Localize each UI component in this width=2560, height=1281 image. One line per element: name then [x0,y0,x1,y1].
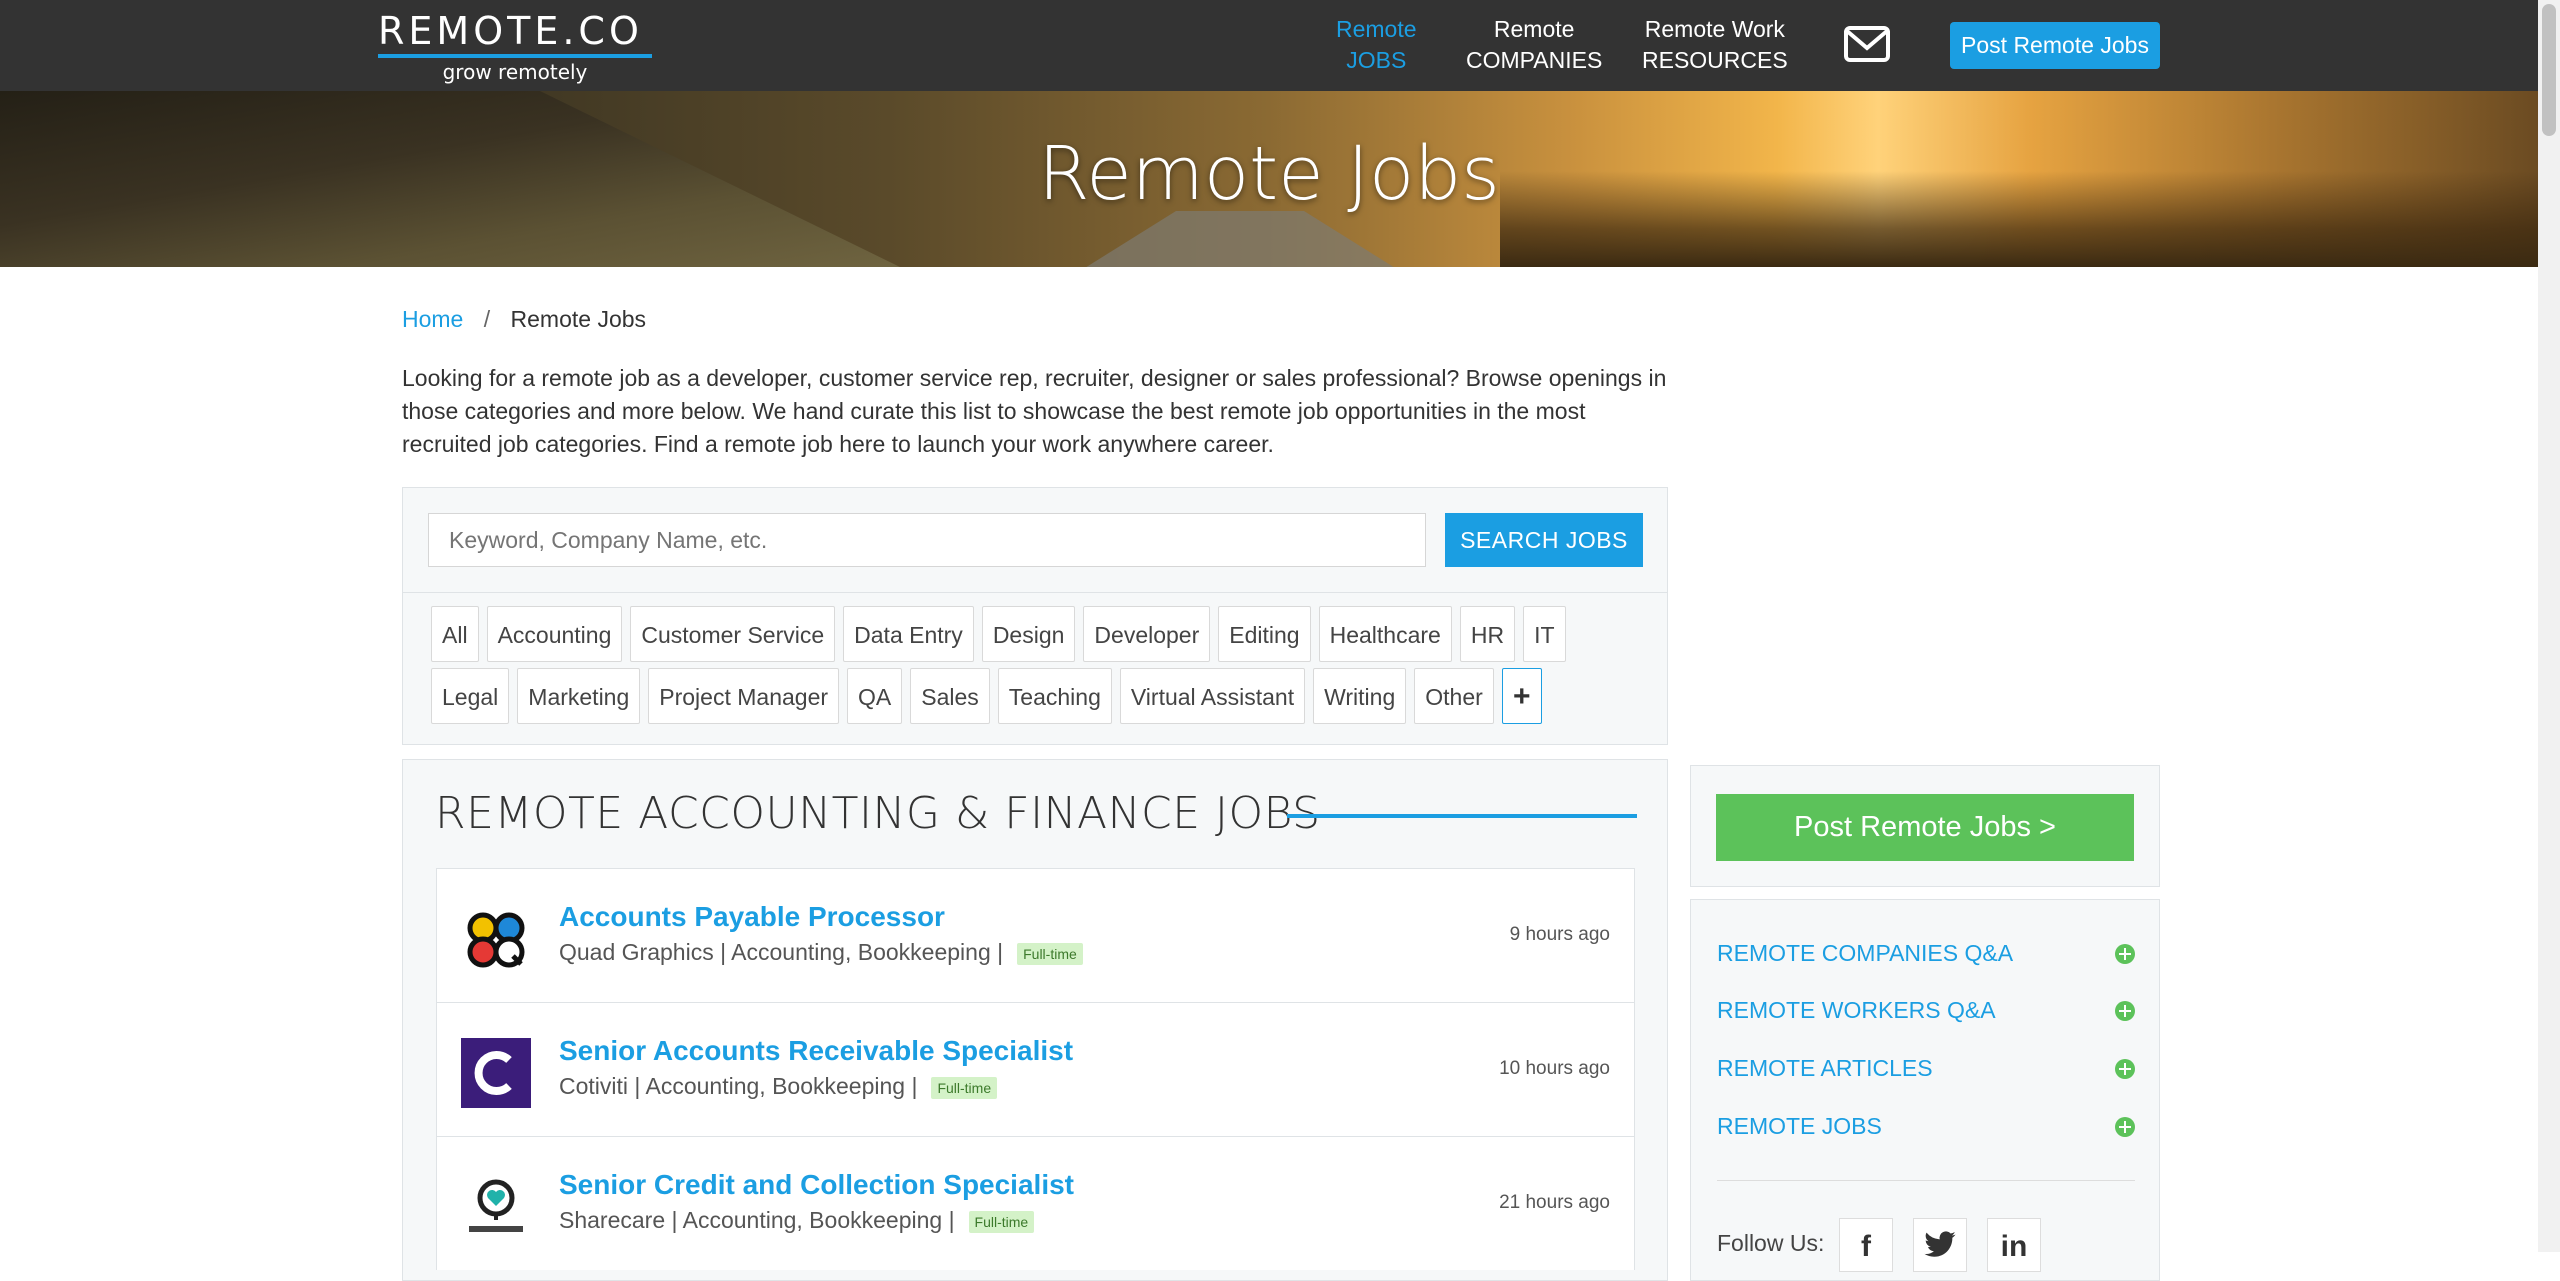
section-heading: REMOTE ACCOUNTING & FINANCE JOBS [435,788,1321,839]
job-title[interactable]: Accounts Payable Processor [559,901,945,933]
job-type-badge: Full-time [1017,942,1083,965]
site-logo[interactable]: REMOTE.CO grow remotely [378,10,656,84]
hero-road [1080,211,1400,267]
cotiviti-logo [461,1038,531,1108]
job-title[interactable]: Senior Accounts Receivable Specialist [559,1035,1073,1067]
category-legal[interactable]: Legal [431,668,510,724]
nav-remote-companies[interactable]: Remote COMPANIES [1466,14,1602,76]
job-row[interactable]: Senior Accounts Receivable Specialist Co… [436,1002,1635,1136]
category-data-entry[interactable]: Data Entry [843,606,974,662]
sidebar-link-label: REMOTE COMPANIES Q&A [1717,940,2014,966]
sidebar-links-panel: REMOTE COMPANIES Q&A REMOTE WORKERS Q&A … [1690,899,2160,1281]
follow-us-label: Follow Us: [1717,1230,1825,1256]
hero-banner: Remote Jobs [0,91,2538,267]
quad-graphics-logo [467,912,525,968]
job-type-badge: Full-time [931,1076,998,1099]
category-marketing[interactable]: Marketing [517,668,641,724]
intro-paragraph: Looking for a remote job as a developer,… [402,365,1667,457]
nav-remote-jobs[interactable]: Remote JOBS [1336,14,1417,76]
nav-remote-companies-line1: Remote [1493,16,1575,42]
job-row[interactable]: Accounts Payable Processor Quad Graphics… [436,868,1635,1002]
job-company-category: Quad Graphics | Accounting, Bookkeeping … [559,939,1004,965]
category-project-manager[interactable]: Project Manager [648,668,840,724]
category-developer[interactable]: Developer [1083,606,1211,662]
breadcrumb-separator: / [483,306,491,332]
category-qa[interactable]: QA [847,668,903,724]
twitter-icon[interactable] [1913,1218,1967,1272]
search-input[interactable] [428,513,1426,567]
job-posted-time: 9 hours ago [1509,924,1610,945]
sidebar-link-label: REMOTE ARTICLES [1717,1055,1933,1081]
nav-remote-jobs-line1: Remote [1336,16,1417,42]
job-company-category: Sharecare | Accounting, Bookkeeping | [559,1207,955,1233]
sidebar-divider [1717,1180,2135,1181]
sidebar-link-articles[interactable]: REMOTE ARTICLES [1717,1055,2135,1082]
category-writing[interactable]: Writing [1313,668,1407,724]
breadcrumb-current: Remote Jobs [510,306,647,332]
job-company-category: Cotiviti | Accounting, Bookkeeping | [559,1073,918,1099]
logo-wordmark: REMOTE.CO [378,9,643,53]
sidebar-post-panel: Post Remote Jobs > [1690,765,2160,887]
category-all[interactable]: All [431,606,479,662]
plus-circle-icon[interactable] [2115,944,2135,964]
nav-remote-companies-line2: COMPANIES [1466,47,1603,73]
job-row[interactable]: Senior Credit and Collection Specialist … [436,1136,1635,1270]
sidebar-link-label: REMOTE JOBS [1717,1113,1882,1139]
category-virtual-assistant[interactable]: Virtual Assistant [1119,668,1306,724]
breadcrumb-home-link[interactable]: Home [402,306,463,332]
breadcrumb: Home / Remote Jobs [402,306,646,333]
nav-remote-work-resources[interactable]: Remote Work RESOURCES [1642,14,1788,76]
sharecare-logo [469,1179,523,1232]
sidebar-post-jobs-button[interactable]: Post Remote Jobs > [1716,794,2134,861]
category-filters: All Accounting Customer Service Data Entry D… [431,606,1651,730]
envelope-icon[interactable] [1844,26,1890,62]
logo-underline [378,54,652,58]
category-design[interactable]: Design [981,606,1076,662]
linkedin-icon[interactable]: in [1987,1218,2041,1272]
job-meta: Quad Graphics | Accounting, Bookkeeping … [559,939,1083,966]
job-title[interactable]: Senior Credit and Collection Specialist [559,1169,1074,1201]
more-categories-button[interactable]: + [1501,668,1542,724]
nav-resources-line1: Remote Work [1644,16,1785,42]
category-teaching[interactable]: Teaching [997,668,1112,724]
sidebar-link-companies-qa[interactable]: REMOTE COMPANIES Q&A [1717,940,2135,967]
job-meta: Sharecare | Accounting, Bookkeeping | Ful… [559,1207,1035,1234]
nav-remote-jobs-line2: JOBS [1346,47,1407,73]
category-editing[interactable]: Editing [1218,606,1311,662]
search-panel: SEARCH JOBS AllAccountingCustomer Servic… [402,487,1668,745]
category-customer-service[interactable]: Customer Service [630,606,836,662]
category-row-2: Legal Marketing Project Manager QA Sales Teac… [431,668,1651,730]
job-list: Accounts Payable Processor Quad Graphics… [436,868,1635,1270]
category-accounting[interactable]: Accounting [486,606,623,662]
scrollbar-thumb[interactable] [2542,4,2556,136]
job-posted-time: 21 hours ago [1499,1192,1610,1213]
facebook-icon[interactable]: f [1839,1218,1893,1272]
page-scrollbar[interactable] [2538,0,2560,1252]
category-healthcare[interactable]: Healthcare [1318,606,1452,662]
plus-circle-icon[interactable] [2115,1117,2135,1137]
category-hr[interactable]: HR [1459,606,1516,662]
jobs-panel: REMOTE ACCOUNTING & FINANCE JOBS Account… [402,759,1668,1281]
heading-accent-line [1287,814,1637,818]
sidebar-link-label: REMOTE WORKERS Q&A [1717,997,1996,1023]
job-meta: Cotiviti | Accounting, Bookkeeping | Full… [559,1073,998,1100]
top-navbar: REMOTE.CO grow remotely Remote JOBS Remo… [0,0,2538,91]
category-row-1: All Accounting Customer Service Data Entry D… [431,606,1651,668]
category-sales[interactable]: Sales [910,668,990,724]
sidebar-link-workers-qa[interactable]: REMOTE WORKERS Q&A [1717,997,2135,1024]
sidebar-link-jobs[interactable]: REMOTE JOBS [1717,1113,2135,1140]
search-divider [403,592,1667,593]
category-other[interactable]: Other [1414,668,1494,724]
page-title: Remote Jobs [1038,131,1500,217]
search-jobs-button[interactable]: SEARCH JOBS [1445,513,1643,567]
post-remote-jobs-button[interactable]: Post Remote Jobs [1950,22,2160,69]
plus-circle-icon[interactable] [2115,1001,2135,1021]
job-type-badge: Full-time [968,1210,1035,1233]
logo-tagline: grow remotely [442,60,588,84]
plus-circle-icon[interactable] [2115,1059,2135,1079]
category-it[interactable]: IT [1523,606,1566,662]
nav-resources-line2: RESOURCES [1642,47,1788,73]
job-posted-time: 10 hours ago [1499,1058,1610,1079]
